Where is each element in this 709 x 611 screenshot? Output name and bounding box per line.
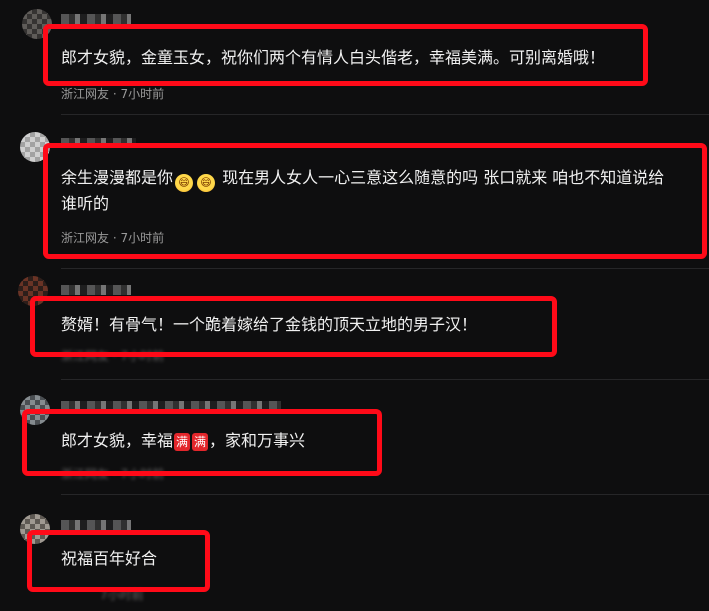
divider (61, 114, 709, 115)
highlight-box (30, 296, 557, 357)
username-blurred[interactable] (61, 285, 131, 295)
username-blurred[interactable] (61, 520, 131, 530)
highlight-box (22, 409, 382, 476)
comment-meta: 浙江网友 · 7小时前 (61, 87, 165, 101)
highlight-box (43, 24, 648, 86)
divider (61, 268, 709, 269)
divider (61, 379, 709, 380)
divider (61, 494, 709, 495)
highlight-box (27, 530, 210, 592)
username-blurred[interactable] (61, 14, 131, 24)
highlight-box (43, 143, 707, 259)
